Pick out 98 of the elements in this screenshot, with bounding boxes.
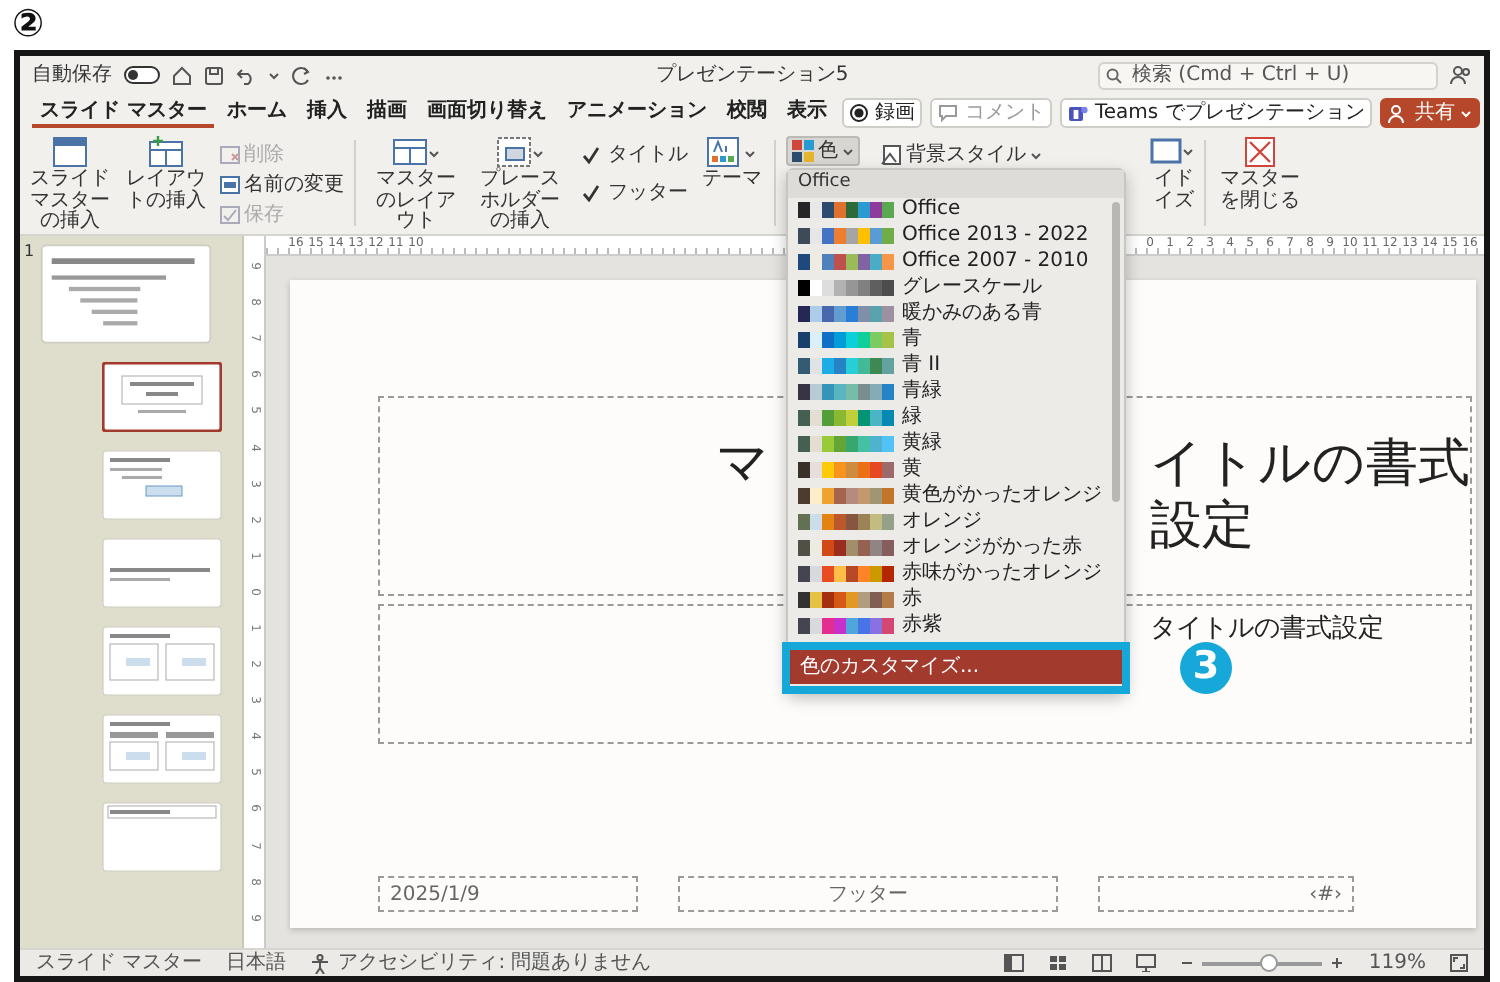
checkbox-label: フッター (608, 182, 688, 204)
caret-icon (1030, 149, 1042, 161)
record-button[interactable]: 録画 (842, 98, 923, 128)
comment-icon (938, 104, 959, 122)
step-number: ② (12, 6, 45, 44)
rename-icon (220, 176, 240, 194)
slide-icon (52, 136, 88, 168)
ribbon-button[interactable]: 名前の変更 (220, 174, 344, 196)
color-scheme-item[interactable]: Office 2013 - 2022 (788, 223, 1124, 250)
zoom-slider[interactable] (1260, 953, 1279, 971)
footer-field[interactable]: フッター (678, 876, 1058, 912)
caret-icon (842, 145, 854, 157)
date-field[interactable]: 2025/1/9 (378, 876, 638, 912)
save-icon[interactable] (204, 65, 224, 85)
color-scheme-item[interactable]: 黄 (788, 457, 1124, 484)
zoom-in-icon[interactable] (1330, 956, 1345, 970)
slide-number: 1 (24, 244, 35, 262)
caret-icon (1460, 107, 1473, 119)
ribbon-tab[interactable]: 校閲 (718, 98, 775, 128)
redo-icon[interactable] (292, 65, 312, 85)
presenter-view-icon[interactable] (1136, 954, 1157, 972)
window-title: プレゼンテーション5 (655, 64, 849, 86)
teams-button[interactable]: Teams でプレゼンテーション (1060, 98, 1373, 128)
normal-view-icon[interactable] (1004, 954, 1025, 972)
ribbon-button[interactable]: レイアウトの挿入 (116, 136, 216, 212)
ribbon-button[interactable]: テーマ (700, 136, 764, 191)
autosave-label: 自動保存 (32, 64, 112, 86)
checkbox[interactable] (582, 146, 600, 164)
home-icon[interactable] (172, 65, 192, 85)
ribbon-button[interactable]: プレースホルダーの挿入 (470, 136, 570, 233)
accessibility-icon (310, 953, 331, 973)
slide-size-label: イズ (1154, 190, 1194, 212)
color-scheme-item[interactable]: 青 II (788, 353, 1124, 380)
color-scheme-item[interactable]: Office 2007 - 2010 (788, 249, 1124, 276)
status-text: 日本語 (226, 953, 287, 973)
teams-icon (1068, 103, 1089, 123)
zoom-percentage: 119% (1368, 953, 1426, 973)
ribbon-tab[interactable]: ホーム (218, 98, 295, 128)
background-icon (880, 144, 902, 166)
zoom-out-icon[interactable] (1180, 956, 1195, 970)
fit-to-window-icon[interactable] (1450, 954, 1468, 972)
ribbon-tab[interactable]: 挿入 (298, 98, 355, 128)
ribbon-tab[interactable]: 画面切り替え (418, 98, 555, 128)
color-scheme-item[interactable]: 赤紫 (788, 613, 1124, 640)
colors-dropdown-button[interactable]: 色 (786, 136, 860, 166)
ribbon-button[interactable]: マスターのレイアウト (366, 136, 466, 233)
ribbon-tab[interactable]: アニメーション (558, 98, 715, 128)
menu-section-header: Office (788, 170, 1124, 198)
palette-icon (792, 140, 814, 162)
status-text: スライド マスター (36, 953, 203, 973)
ribbon-tab[interactable]: 表示 (778, 98, 835, 128)
color-scheme-item[interactable]: 黄緑 (788, 431, 1124, 458)
slide-thumbnail[interactable] (102, 362, 222, 432)
placeholder-icon (496, 136, 544, 168)
search-icon (1106, 67, 1122, 83)
menu-item[interactable]: 色のカスタマイズ... (788, 649, 1124, 684)
color-scheme-item[interactable]: 青 (788, 327, 1124, 354)
ribbon-button[interactable]: 背景スタイル (880, 144, 1042, 166)
slide-title-text: 設定 (1150, 498, 1256, 556)
layout-save-icon (220, 206, 240, 224)
color-scheme-item[interactable]: オレンジ (788, 509, 1124, 536)
color-scheme-item[interactable]: Office (788, 197, 1124, 224)
color-scheme-item[interactable]: 暖かみのある青 (788, 301, 1124, 328)
undo-icon[interactable] (236, 65, 256, 85)
scrollbar[interactable] (1112, 202, 1120, 502)
people-icon[interactable] (1450, 64, 1472, 86)
slide-title-text: マ (716, 436, 770, 494)
slide-number-field[interactable]: ‹#› (1098, 876, 1354, 912)
reading-view-icon[interactable] (1092, 954, 1113, 972)
theme-icon (706, 136, 758, 168)
ribbon-tab[interactable]: 描画 (358, 98, 415, 128)
people-icon (1388, 103, 1409, 123)
record-icon (850, 104, 869, 122)
color-scheme-item[interactable]: 青緑 (788, 379, 1124, 406)
status-text: アクセシビリティ: 問題ありません (338, 953, 652, 973)
layout-icon (392, 136, 440, 168)
slide-sorter-icon[interactable] (1048, 954, 1069, 972)
color-scheme-item[interactable]: 緑 (788, 405, 1124, 432)
share-button[interactable]: 共有 (1380, 98, 1481, 128)
slide-title-text: イトルの書式 (1150, 436, 1470, 494)
layout-icon (148, 136, 184, 168)
color-scheme-item[interactable]: 赤味がかったオレンジ (788, 561, 1124, 588)
slide-size-label: イド (1154, 168, 1194, 190)
color-scheme-item[interactable]: オレンジがかった赤 (788, 535, 1124, 562)
color-scheme-item[interactable]: 赤 (788, 587, 1124, 614)
ribbon-tab[interactable]: スライド マスター (32, 98, 215, 128)
close-icon (1244, 136, 1276, 168)
color-scheme-item[interactable]: 黄色がかったオレンジ (788, 483, 1124, 510)
autosave-toggle[interactable] (124, 66, 160, 84)
color-scheme-item[interactable]: グレースケール (788, 275, 1124, 302)
delete-icon (220, 146, 240, 164)
search-field[interactable]: 検索 (Cmd + Ctrl + U) (1098, 61, 1438, 89)
checkbox-label: タイトル (608, 144, 688, 166)
checkbox[interactable] (582, 184, 600, 202)
close-master-button[interactable]: マスターを閉じる (1216, 136, 1304, 212)
ribbon-button[interactable]: スライドマスターの挿入 (28, 136, 112, 233)
slide-size-icon[interactable] (1150, 136, 1194, 168)
subtitle-text: タイトルの書式設定 (1150, 614, 1386, 646)
